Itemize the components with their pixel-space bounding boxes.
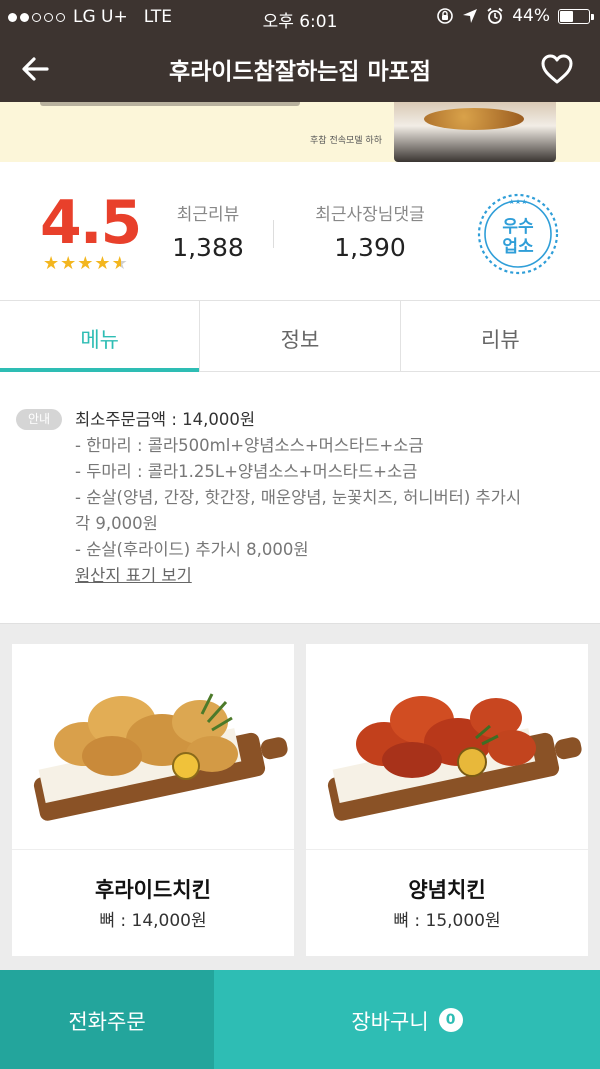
menu-item-card[interactable]: 후라이드치킨 뼈 : 14,000원 — [12, 644, 294, 956]
seasoned-chicken-image — [306, 644, 588, 850]
notice-section: 안내 최소주문금액 : 14,000원 - 한마리 : 콜라500ml+양념소스… — [0, 372, 600, 624]
fried-chicken-illustration — [33, 693, 288, 821]
cart-label: 장바구니 — [351, 1010, 429, 1034]
status-right: 44% — [436, 6, 594, 26]
notice-line: - 순살(후라이드) 추가시 8,000원 — [75, 540, 309, 559]
menu-item-price: 뼈 : 15,000원 — [393, 911, 501, 931]
tab-menu[interactable]: 메뉴 — [0, 301, 201, 372]
screen: LG U+ LTE 오후 6:01 44% 후라이드참잘하는집 마포점 후참 전… — [0, 0, 600, 1069]
owner-replies-stat: 최근사장님댓글 1,390 — [298, 200, 442, 262]
half-star-icon: ★ — [111, 253, 128, 274]
banner-chicken-image — [424, 108, 524, 130]
owner-replies-value: 1,390 — [334, 233, 406, 262]
badge-line2: 업소 — [502, 237, 534, 257]
banner-model-photo — [394, 102, 556, 162]
promo-banner[interactable]: 후참 전속모델 하하 — [0, 102, 600, 162]
svg-text:★★★: ★★★ — [509, 198, 528, 206]
banner-headline-fragment — [40, 102, 300, 106]
seasoned-chicken-illustration — [327, 696, 582, 821]
menu-grid: 후라이드치킨 뼈 : 14,000원 양념치킨 뼈: 15,000원 — [0, 624, 600, 970]
bottom-action-bar: 전화주문 장바구니 0 — [0, 970, 600, 1069]
min-order-text: 최소주문금액 : 14,000원 — [75, 410, 256, 429]
notice-line: - 순살(양념, 간장, 핫간장, 매운양념, 눈꽃치즈, 허니버터) 추가시 — [75, 488, 522, 507]
recent-reviews-stat: 최근리뷰 1,388 — [162, 200, 254, 262]
menu-item-name: 후라이드치킨 — [95, 878, 211, 902]
rotation-lock-icon — [437, 8, 454, 24]
excellent-store-badge-icon: ★★★ 우수 업소 — [477, 193, 559, 275]
tab-reviews[interactable]: 리뷰 — [401, 301, 600, 371]
menu-item-price: 뼈 : 14,000원 — [99, 911, 207, 931]
rating-stars: ★ ★ ★ ★ ★ — [43, 253, 128, 274]
cart-button[interactable]: 장바구니 0 — [214, 970, 600, 1069]
recent-reviews-label: 최근리뷰 — [176, 205, 240, 225]
location-arrow-icon — [463, 9, 478, 23]
banner-caption: 후참 전속모델 하하 — [310, 136, 382, 146]
nav-bar: 후라이드참잘하는집 마포점 — [0, 36, 600, 102]
battery-percent: 44% — [512, 6, 550, 26]
origin-info-link[interactable]: 원산지 표기 보기 — [75, 563, 575, 589]
battery-fill — [560, 10, 574, 22]
rating-score: 4.5 — [40, 188, 142, 258]
recent-reviews-value: 1,388 — [172, 233, 244, 262]
star-icon: ★ — [60, 253, 77, 274]
owner-replies-label: 최근사장님댓글 — [315, 205, 425, 225]
cart-count-badge: 0 — [438, 1008, 463, 1032]
star-icon: ★ — [94, 253, 111, 274]
notice-line: - 두마리 : 콜라1.25L+양념소스+머스타드+소금 — [75, 462, 418, 481]
status-bar: LG U+ LTE 오후 6:01 44% — [0, 0, 600, 36]
tab-info[interactable]: 정보 — [200, 301, 401, 371]
store-tabs: 메뉴 정보 리뷰 — [0, 300, 600, 372]
store-title: 후라이드참잘하는집 마포점 — [169, 59, 431, 85]
fried-chicken-image — [12, 644, 294, 850]
notice-pill: 안내 — [16, 409, 62, 430]
alarm-icon — [487, 7, 503, 24]
star-icon: ★ — [77, 253, 94, 274]
star-icon: ★ — [43, 253, 60, 274]
notice-line: - 한마리 : 콜라500ml+양념소스+머스타드+소금 — [75, 436, 424, 455]
battery-icon — [558, 8, 594, 24]
menu-item-name: 양념치킨 — [408, 878, 486, 902]
menu-item-card[interactable]: 양념치킨 뼈 : 15,000원 — [306, 644, 588, 956]
favorite-heart-icon[interactable] — [540, 53, 574, 85]
phone-order-button[interactable]: 전화주문 — [0, 970, 214, 1069]
notice-line: 각 9,000원 — [75, 514, 158, 533]
badge-line1: 우수 — [502, 217, 534, 237]
notice-lines: 최소주문금액 : 14,000원 - 한마리 : 콜라500ml+양념소스+머스… — [75, 407, 575, 589]
stats-divider — [273, 220, 274, 248]
